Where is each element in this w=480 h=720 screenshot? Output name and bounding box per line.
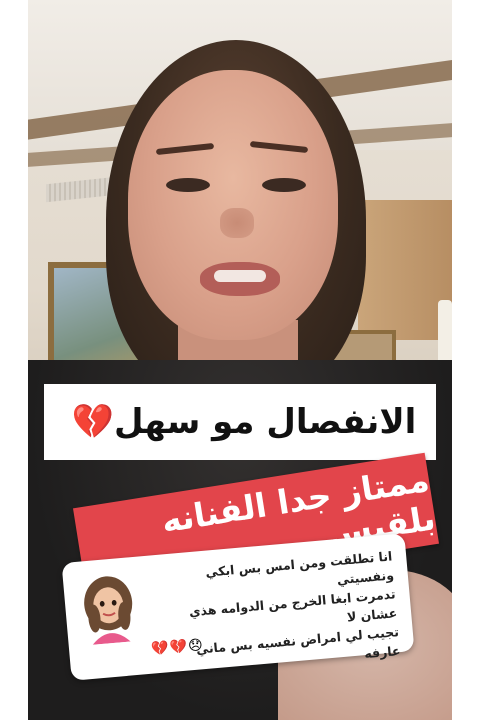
nose <box>220 208 254 238</box>
left-letterbox <box>0 0 28 720</box>
story-caption-white: الانفصال مو سهل 💔 <box>44 384 436 460</box>
avatar <box>84 576 133 645</box>
right-eye <box>262 178 306 192</box>
right-letterbox <box>452 0 480 720</box>
caption-white-text: الانفصال مو سهل <box>114 402 417 442</box>
person-face <box>128 70 338 340</box>
broken-heart-icon: 💔 <box>71 402 115 442</box>
comment-text: انا تطلقت ومن امس بس ابكي ونفسيتي تدمرت … <box>156 546 401 680</box>
teeth <box>214 270 266 282</box>
left-eye <box>166 178 210 192</box>
